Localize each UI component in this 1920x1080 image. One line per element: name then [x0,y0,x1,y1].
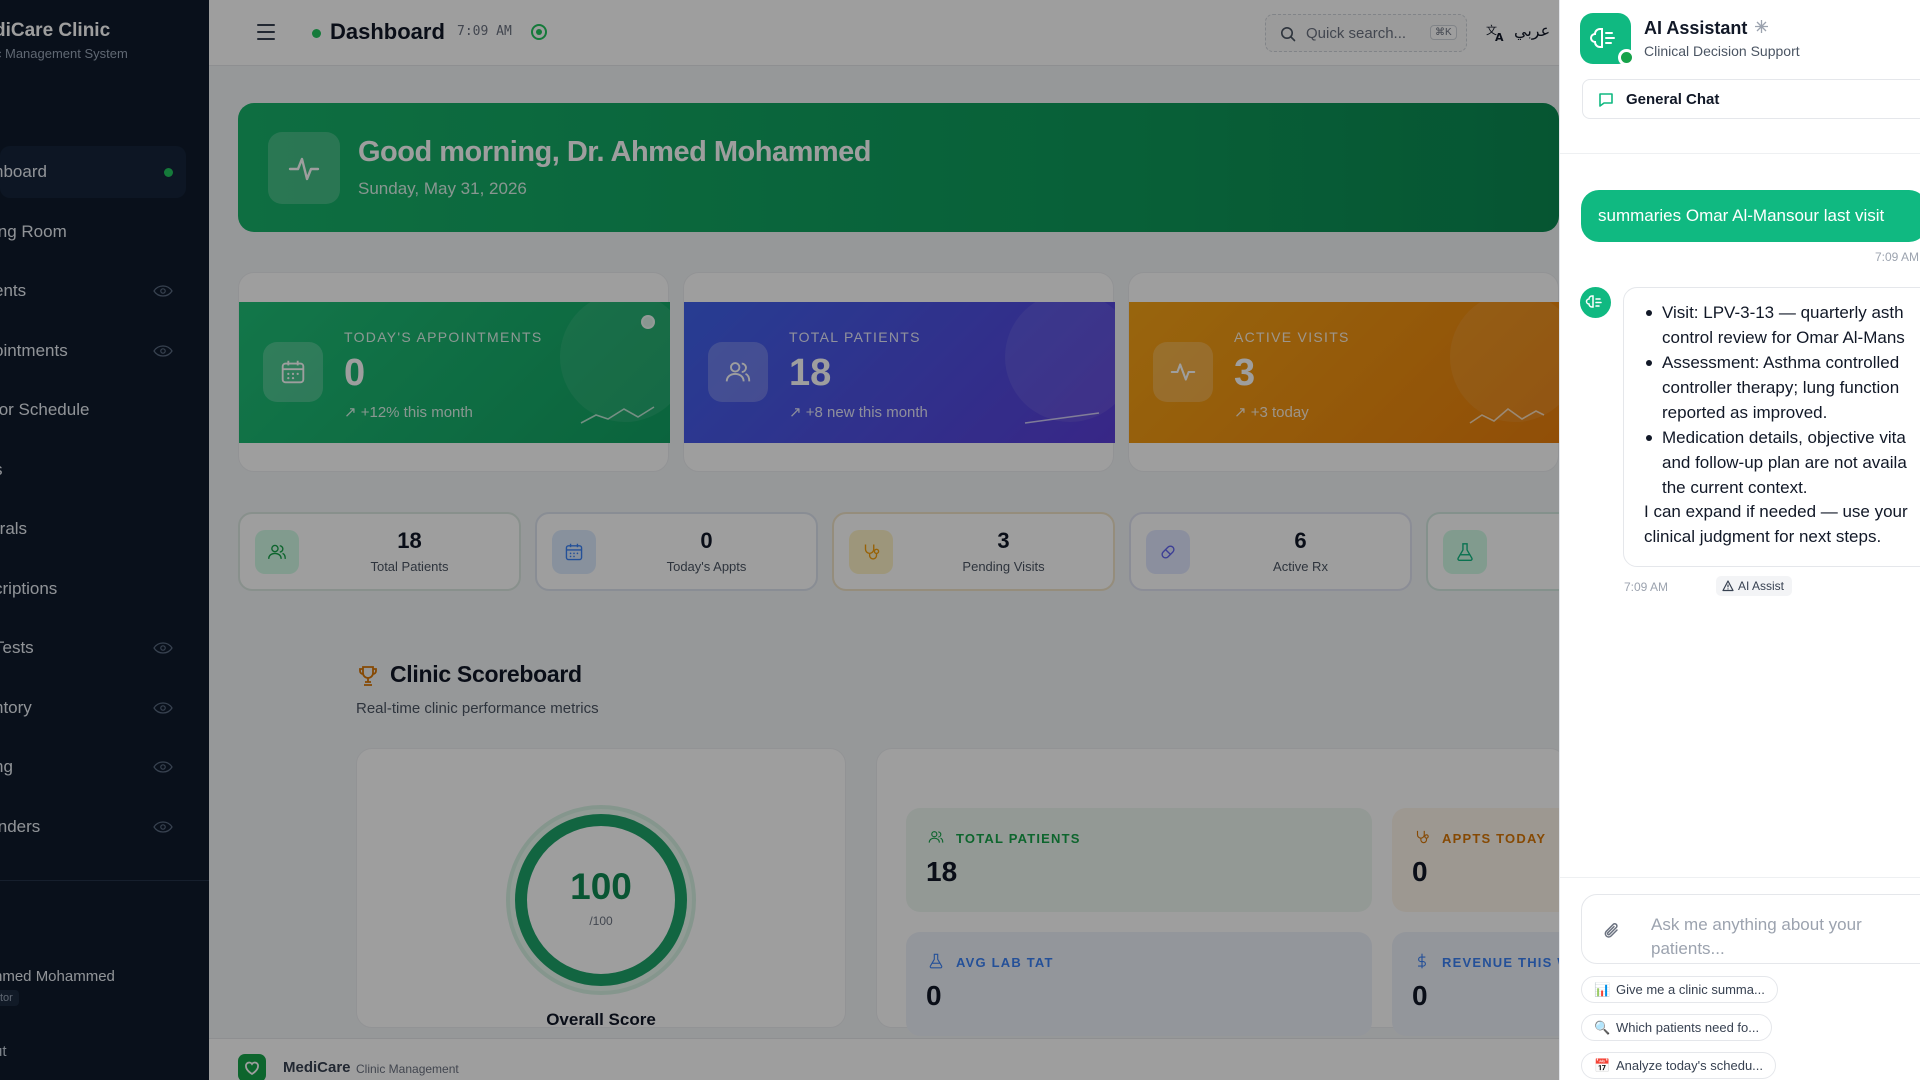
assistant-bullet-line: control review for Omar Al-Mans [1662,328,1905,347]
assistant-bullet-line: Visit: LPV-3-13 — quarterly asth [1662,303,1904,322]
assistant-message-list: Visit: LPV-3-13 — quarterly asth control … [1644,300,1920,500]
chat-input[interactable] [1651,913,1920,961]
chat-composer [1581,894,1920,964]
assistant-closing: I can expand if needed — use your clinic… [1644,499,1908,549]
ai-title: AI Assistant [1644,18,1748,38]
assistant-closing-line: clinical judgment for next steps. [1644,527,1882,546]
modal-backdrop[interactable] [0,0,1559,1080]
suggestion-text: Give me a clinic summa... [1616,982,1765,997]
assistant-bullet: Assessment: Asthma controlled controller … [1644,350,1920,425]
input-divider [1560,877,1920,878]
user-message-text: summaries Omar Al-Mansour last visit [1598,206,1885,225]
general-chat-label: General Chat [1626,91,1720,108]
ai-assist-label: AI Assist [1738,579,1785,593]
suggestion-emoji-icon: 📊 [1594,982,1611,997]
suggestion-emoji-icon: 📅 [1594,1058,1611,1073]
assistant-message-time: 7:09 AM [1624,580,1669,594]
suggestion-chip[interactable]: 🔍 Which patients need fo... [1581,1014,1773,1041]
ai-header: AI Assistant Clinical Decision Support [1560,0,1920,78]
suggestion-chip[interactable]: 📅 Analyze today's schedu... [1581,1052,1777,1079]
paperclip-icon[interactable] [1603,921,1621,941]
suggestion-emoji-icon: 🔍 [1594,1020,1611,1035]
assistant-bullet-line: reported as improved. [1662,403,1828,422]
assistant-bullet: Visit: LPV-3-13 — quarterly asth control … [1644,300,1920,350]
general-chat-tab[interactable]: General Chat [1582,79,1920,119]
ai-assist-badge: AI Assist [1716,576,1793,596]
online-indicator [1618,49,1635,66]
bot-avatar-icon [1580,287,1611,318]
panel-divider [1560,153,1920,154]
sparkle-icon [1755,20,1768,33]
assistant-bullet-line: controller therapy; lung function [1662,378,1900,397]
warning-icon [1722,580,1734,592]
user-message-time: 7:09 AM [1874,250,1919,264]
ai-subtitle: Clinical Decision Support [1644,43,1800,59]
suggestion-chip[interactable]: 📊 Give me a clinic summa... [1581,976,1778,1003]
suggestion-text: Which patients need fo... [1616,1020,1760,1035]
assistant-bullet-line: and follow-up plan are not availa [1662,453,1907,472]
assistant-message: Visit: LPV-3-13 — quarterly asth control … [1623,287,1920,567]
user-message: summaries Omar Al-Mansour last visit [1581,190,1920,242]
assistant-bullet-line: the current context. [1662,478,1808,497]
assistant-bullet-line: Assessment: Asthma controlled [1662,353,1900,372]
ai-assistant-panel: AI Assistant Clinical Decision Support G… [1559,0,1920,1080]
chat-bubble-icon [1599,93,1613,107]
suggestion-text: Analyze today's schedu... [1616,1058,1764,1073]
assistant-bullet: Medication details, objective vita and fo… [1644,425,1920,500]
assistant-closing-line: I can expand if needed — use your [1644,502,1908,521]
assistant-bullet-line: Medication details, objective vita [1662,428,1906,447]
